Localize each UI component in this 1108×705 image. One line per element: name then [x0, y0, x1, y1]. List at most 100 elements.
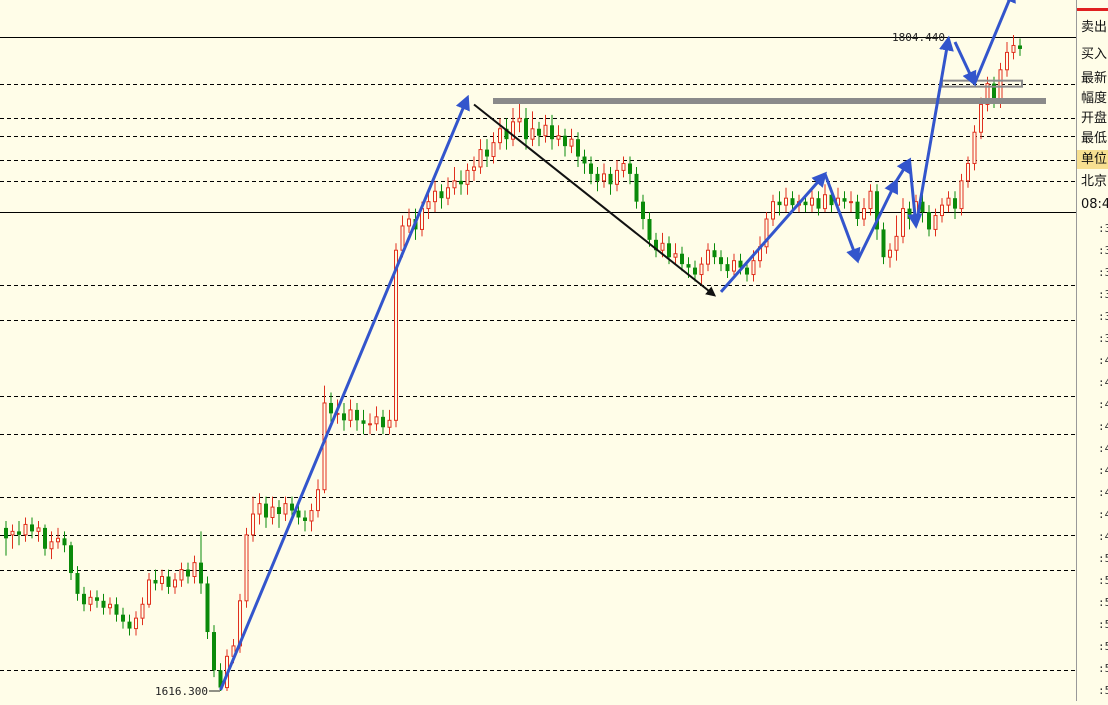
candle-body	[745, 267, 749, 275]
tape-time: :4	[1098, 530, 1108, 543]
candle-body	[121, 614, 125, 622]
candle-body	[446, 187, 450, 199]
candle-body	[374, 416, 379, 425]
candle-body	[810, 197, 814, 206]
candle-body	[667, 243, 671, 258]
candle-body	[979, 103, 983, 133]
tape-time: :3	[1098, 288, 1108, 301]
tape-time: :5	[1098, 552, 1108, 565]
tape-time: :5	[1098, 662, 1108, 675]
candle-body	[173, 579, 177, 588]
candle-body	[524, 118, 528, 140]
candle-body	[556, 135, 561, 140]
tape-time: :3	[1098, 244, 1108, 257]
candle-body	[283, 503, 288, 515]
candle-body	[790, 198, 795, 206]
candle-body	[842, 198, 847, 202]
candle-body	[381, 416, 385, 428]
candle-body	[303, 517, 307, 521]
candle-body	[823, 194, 827, 210]
trend-arrow	[219, 94, 470, 691]
trend-arrow	[719, 171, 827, 293]
candle-body	[641, 201, 645, 220]
candle-body	[550, 125, 554, 140]
trend-arrow	[895, 157, 912, 182]
candle-body	[355, 409, 359, 421]
tape-time: :3	[1098, 310, 1108, 323]
candle-body	[621, 162, 626, 171]
candle-body	[166, 576, 171, 587]
candle-body	[933, 215, 938, 230]
candle-body	[953, 198, 957, 209]
candle-body	[647, 219, 652, 240]
low-price-label: 1616.300	[155, 685, 208, 698]
high-price-label: 1804.440	[892, 31, 945, 44]
candle-body	[907, 208, 912, 220]
tape-time: :5	[1098, 596, 1108, 609]
candle-body	[732, 260, 736, 272]
candle-body	[153, 579, 158, 584]
tape-time: :4	[1098, 486, 1108, 499]
tape-time: :4	[1098, 464, 1108, 477]
candle-body	[615, 169, 619, 185]
candle-body	[186, 569, 190, 577]
candle-body	[433, 190, 437, 203]
candle-body	[940, 204, 944, 217]
candle-body	[673, 253, 678, 258]
candle-body	[543, 124, 548, 137]
candle-body	[277, 507, 281, 515]
candle-body	[498, 128, 502, 144]
candle-body	[88, 596, 93, 605]
candle-body	[881, 229, 886, 258]
candle-body	[69, 545, 73, 574]
tape-time: :3	[1098, 222, 1108, 235]
candle-body	[680, 253, 684, 265]
candle-body	[946, 197, 951, 206]
candle-body	[439, 191, 444, 199]
candle-body	[530, 128, 535, 140]
target-box	[941, 79, 1023, 88]
candle-body	[114, 604, 119, 615]
candle-body	[387, 419, 392, 428]
trend-arrow	[973, 0, 1016, 85]
candle-body	[212, 632, 216, 671]
candle-body	[927, 212, 931, 230]
candle-body	[348, 409, 353, 421]
candle-body	[23, 523, 28, 536]
candle-body	[264, 503, 268, 518]
candle-body	[491, 142, 496, 158]
sidebar-label: 卖出	[1081, 20, 1107, 35]
resistance-band	[493, 98, 1046, 105]
candle-body	[192, 562, 197, 578]
candle-body	[959, 180, 964, 210]
candle-body	[329, 402, 333, 414]
candle-body	[868, 190, 873, 210]
sidebar-label: 最低	[1081, 131, 1107, 146]
candle-body	[147, 579, 151, 605]
tape-time: :4	[1098, 420, 1108, 433]
candle-body	[459, 180, 463, 185]
tape-time: :5	[1098, 574, 1108, 587]
candle-body	[901, 208, 905, 237]
candle-body	[452, 180, 457, 189]
candle-body	[108, 603, 112, 609]
candle-body	[134, 617, 138, 630]
quote-sidebar: 卖出买入最新幅度开盘最低单位北京 08:4:3:3:3:3:3:3:4:4:4:4…	[1076, 0, 1108, 701]
candle-body	[394, 249, 398, 421]
candle-body	[576, 139, 580, 157]
sidebar-label: 买入	[1081, 47, 1107, 62]
candle-body	[472, 166, 476, 171]
candle-body	[290, 503, 294, 511]
trend-arrow	[953, 41, 977, 87]
candle-body	[998, 69, 1003, 102]
candle-body	[628, 163, 632, 174]
tape-time: :5	[1098, 618, 1108, 631]
candle-body	[1018, 45, 1022, 49]
candle-body	[784, 197, 788, 206]
candle-body	[56, 537, 60, 543]
candle-body	[894, 235, 899, 251]
candle-body	[693, 267, 697, 275]
tape-time: :3	[1098, 332, 1108, 345]
candle-body	[199, 562, 203, 584]
sidebar-label: 幅度	[1081, 90, 1107, 106]
